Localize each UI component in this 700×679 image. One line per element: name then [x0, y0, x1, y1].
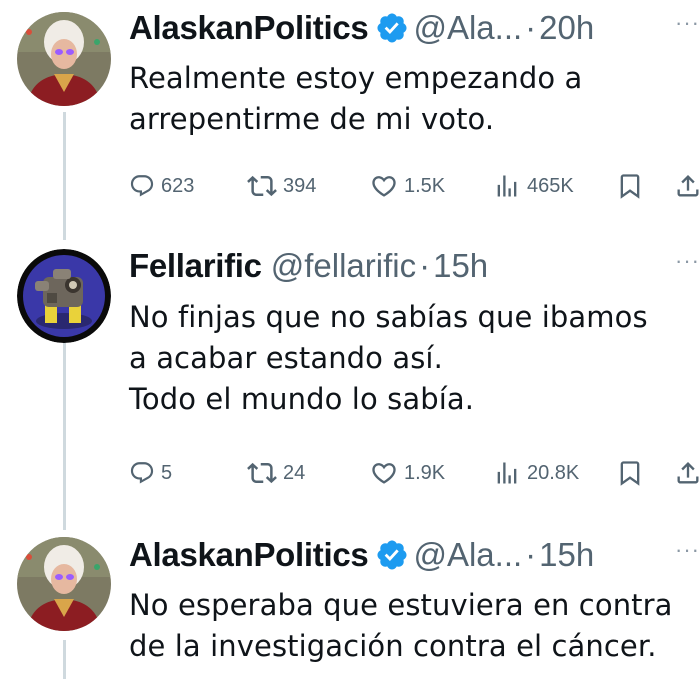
like-button[interactable]: 1.5K: [370, 169, 445, 203]
tweet[interactable]: Fellarific @fellarific · 15h ··· No finj…: [0, 240, 700, 530]
retweet-count: 24: [283, 461, 306, 484]
views-button[interactable]: 465K: [493, 169, 574, 203]
action-bar: 5 24 1.9K 20.8K: [129, 456, 700, 490]
views-count: 20.8K: [527, 461, 580, 484]
user-handle[interactable]: @Ala...: [413, 536, 522, 574]
like-icon: [372, 463, 396, 484]
views-button[interactable]: 20.8K: [493, 456, 579, 490]
action-bar: 623 394 1.5K 465K: [129, 169, 700, 203]
verified-badge-icon: [375, 538, 409, 572]
retweet-count: 394: [283, 174, 317, 197]
share-button[interactable]: [674, 456, 700, 490]
reply-icon: [130, 175, 154, 197]
views-icon: [497, 175, 517, 197]
more-options-icon[interactable]: ···: [675, 537, 700, 563]
reply-count: 623: [161, 174, 195, 197]
bookmark-icon: [620, 461, 640, 486]
retweet-icon: [247, 462, 277, 484]
avatar-image: [17, 249, 111, 343]
tweet-text-line: Todo el mundo lo sabía.: [129, 382, 475, 416]
user-handle[interactable]: @Ala...: [413, 9, 522, 47]
reply-button[interactable]: 623: [129, 169, 194, 203]
tweet-header: AlaskanPolitics @Ala... · 20h ···: [129, 2, 700, 54]
bookmark-button[interactable]: [616, 456, 644, 490]
tweet-text-line: No esperaba que estuviera en contra: [129, 588, 673, 622]
tweet-text-line: a acabar estando así.: [129, 341, 443, 375]
share-icon: [677, 175, 699, 197]
tweet[interactable]: AlaskanPolitics @Ala... · 15h ··· No esp…: [0, 529, 700, 679]
tweet-header: AlaskanPolitics @Ala... · 15h ···: [129, 529, 700, 581]
like-count: 1.5K: [404, 174, 446, 197]
reply-count: 5: [161, 461, 173, 484]
retweet-button[interactable]: 394: [247, 169, 316, 203]
tweet-text-line: arrepentirme de mi voto.: [129, 102, 495, 136]
tweet-text: Realmente estoy empezando a arrepentirme…: [129, 58, 689, 140]
separator-dot: ·: [525, 536, 537, 573]
retweet-icon: [247, 175, 277, 197]
more-options-icon[interactable]: ···: [675, 248, 700, 274]
separator-dot: ·: [525, 9, 537, 46]
display-name[interactable]: Fellarific: [129, 247, 262, 285]
like-icon: [372, 176, 396, 197]
separator-dot: ·: [419, 247, 431, 284]
timestamp[interactable]: 20h: [539, 9, 594, 47]
bookmark-button[interactable]: [616, 169, 644, 203]
reply-icon: [130, 462, 154, 484]
timestamp[interactable]: 15h: [433, 247, 488, 285]
tweet-text-line: No finjas que no sabías que ibamos: [129, 300, 648, 334]
timestamp[interactable]: 15h: [539, 536, 594, 574]
avatar-image: [17, 537, 111, 631]
verified-badge-icon: [375, 11, 409, 45]
bookmark-icon: [620, 174, 640, 199]
display-name[interactable]: AlaskanPolitics: [129, 9, 369, 47]
avatar[interactable]: [17, 249, 111, 343]
share-icon: [677, 462, 699, 484]
reply-button[interactable]: 5: [129, 456, 172, 490]
like-count: 1.9K: [404, 461, 446, 484]
avatar-image: [17, 12, 111, 106]
avatar[interactable]: [17, 537, 111, 631]
tweet-text-line: Realmente estoy empezando a: [129, 61, 583, 95]
user-handle[interactable]: @fellarific: [271, 247, 416, 285]
tweet-text: No esperaba que estuviera en contra de l…: [129, 585, 689, 667]
like-button[interactable]: 1.9K: [370, 456, 445, 490]
tweet-text: No finjas que no sabías que ibamos a aca…: [129, 297, 689, 420]
tweet-text-line: de la investigación contra el cáncer.: [129, 629, 657, 663]
views-icon: [497, 462, 517, 484]
retweet-button[interactable]: 24: [247, 456, 305, 490]
tweet[interactable]: AlaskanPolitics @Ala... · 20h ··· Realme…: [0, 2, 700, 234]
avatar[interactable]: [17, 12, 111, 106]
more-options-icon[interactable]: ···: [675, 10, 700, 36]
tweet-header: Fellarific @fellarific · 15h ···: [129, 240, 700, 292]
display-name[interactable]: AlaskanPolitics: [129, 536, 369, 574]
share-button[interactable]: [674, 169, 700, 203]
views-count: 465K: [527, 174, 574, 197]
